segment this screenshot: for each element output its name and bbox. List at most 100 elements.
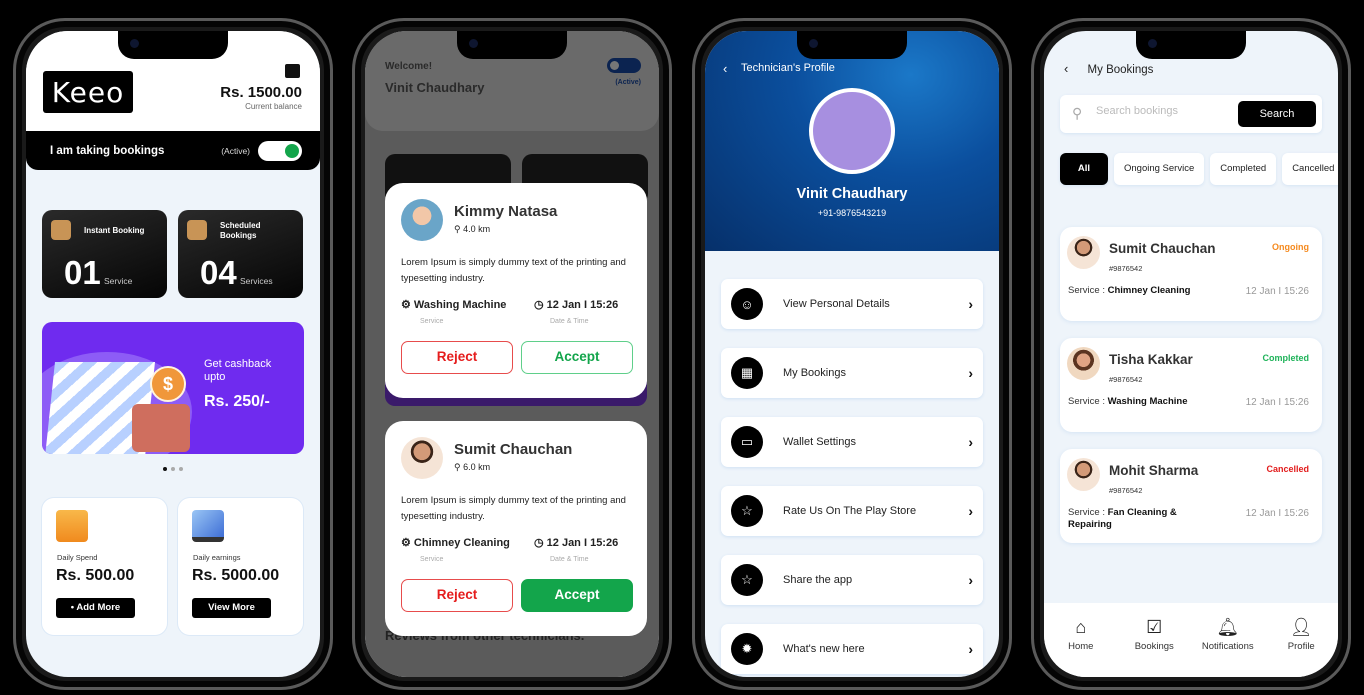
- notch: [457, 31, 567, 59]
- scheduled-bookings-card[interactable]: Scheduled Bookings 04 Services: [178, 210, 303, 298]
- stat-count: 04: [200, 254, 237, 291]
- clock-icon: ◷: [534, 537, 547, 549]
- card-label: Daily earnings: [193, 553, 241, 562]
- menu-label: Rate Us On The Play Store: [783, 505, 917, 517]
- status-badge: Ongoing: [1272, 242, 1309, 252]
- home-icon: ⌂: [1075, 617, 1087, 637]
- request-description: Lorem Ipsum is simply dummy text of the …: [401, 257, 626, 284]
- profile-menu-item[interactable]: ▭ Wallet Settings ›: [721, 417, 983, 467]
- add-more-button[interactable]: • Add More: [56, 598, 135, 618]
- appliance-icon: ⚙: [401, 537, 414, 549]
- profile-menu-item[interactable]: ☆ Share the app ›: [721, 555, 983, 605]
- requester-name: Sumit Chauchan: [454, 441, 573, 458]
- filter-cancelled[interactable]: Cancelled: [1282, 153, 1338, 185]
- search-bar: ⚲ Search: [1060, 95, 1322, 133]
- requests-screen: Welcome! Vinit Chaudhary (Active) Review…: [365, 31, 659, 677]
- stat-title: Scheduled Bookings: [220, 221, 261, 240]
- accept-button[interactable]: Accept: [521, 341, 633, 374]
- carousel-dots[interactable]: [163, 467, 183, 471]
- cashback-promo-banner[interactable]: $ Get cashback upto Rs. 250/-: [42, 322, 304, 454]
- booking-card[interactable]: Tisha Kakkar #9876542 Completed Service …: [1060, 338, 1322, 432]
- star-icon: ☆: [731, 564, 763, 596]
- wallet-icon: ▭: [731, 426, 763, 458]
- current-balance-label: Current balance: [245, 102, 302, 111]
- tab-label: Home: [1068, 641, 1094, 652]
- location-pin-icon: ⚲: [454, 224, 464, 234]
- page-header: ‹ My Bookings: [1064, 61, 1153, 76]
- phone-profile-screen: ‹ Technician's Profile Vinit Chaudhary +…: [692, 18, 1012, 690]
- tab-label: Profile: [1287, 641, 1315, 652]
- distance: ⚲ 4.0 km: [454, 224, 490, 235]
- user-icon: ☺: [731, 288, 763, 320]
- service-prefix: Service :: [1068, 396, 1108, 407]
- availability-toggle[interactable]: [607, 58, 641, 73]
- booking-toggle[interactable]: [258, 140, 302, 161]
- filter-all[interactable]: All: [1060, 153, 1108, 185]
- filter-ongoing[interactable]: Ongoing Service: [1114, 153, 1205, 185]
- avatar: [1067, 236, 1100, 269]
- notch: [1136, 31, 1246, 59]
- filter-completed[interactable]: Completed: [1210, 153, 1277, 185]
- booking-request-card: Sumit Chauchan ⚲ 6.0 km Lorem Ipsum is s…: [385, 421, 647, 636]
- carousel-dot[interactable]: [179, 467, 183, 471]
- search-input[interactable]: [1096, 105, 1216, 117]
- instant-booking-card[interactable]: Instant Booking 01 Service: [42, 210, 167, 298]
- card-label: Daily Spend: [57, 553, 98, 562]
- profile-screen: ‹ Technician's Profile Vinit Chaudhary +…: [705, 31, 999, 677]
- reject-button[interactable]: Reject: [401, 341, 513, 374]
- booking-datetime: 12 Jan I 15:26: [1245, 397, 1309, 408]
- bottom-tab-bar: ⌂ Home ☑ Bookings 🔔︎ Notifications 👤︎ Profi…: [1044, 603, 1338, 677]
- stat-count: 01: [64, 254, 101, 291]
- phone-requests-screen: Welcome! Vinit Chaudhary (Active) Review…: [352, 18, 672, 690]
- tab-bookings[interactable]: ☑ Bookings: [1119, 617, 1189, 677]
- stat-title: Instant Booking: [84, 226, 145, 235]
- toggle-knob: [285, 143, 299, 158]
- chevron-right-icon: ›: [968, 641, 973, 657]
- stat-unit: Services: [240, 276, 273, 286]
- back-icon[interactable]: ‹: [1064, 61, 1068, 76]
- booking-card[interactable]: Sumit Chauchan #9876542 Ongoing Service …: [1060, 227, 1322, 321]
- customer-name: Mohit Sharma: [1109, 463, 1199, 478]
- profile-menu-item[interactable]: ✹ What's new here ›: [721, 624, 983, 674]
- package-calendar-icon: [187, 220, 207, 240]
- wallet-icon[interactable]: [285, 64, 300, 78]
- distance: ⚲ 6.0 km: [454, 462, 490, 473]
- chevron-right-icon: ›: [968, 434, 973, 450]
- stat-unit: Service: [104, 276, 133, 286]
- home-screen: Keeo Rs. 1500.00 Current balance I am ta…: [26, 31, 320, 677]
- menu-label: My Bookings: [783, 367, 846, 379]
- avatar: [1067, 458, 1100, 491]
- datetime-value: 12 Jan I 15:26: [546, 299, 619, 311]
- reject-button[interactable]: Reject: [401, 579, 513, 612]
- carousel-dot[interactable]: [171, 467, 175, 471]
- menu-label: What's new here: [783, 643, 865, 655]
- datetime-label: Date & Time: [550, 318, 589, 325]
- keeo-logo: Keeo: [43, 71, 133, 113]
- service-value: Washing Machine: [413, 299, 507, 311]
- card-value: Rs. 500.00: [56, 567, 135, 584]
- status-badge: Completed: [1262, 353, 1309, 363]
- carousel-dot[interactable]: [163, 467, 167, 471]
- tab-home[interactable]: ⌂ Home: [1046, 617, 1116, 677]
- search-button[interactable]: Search: [1238, 101, 1316, 127]
- service-line: Service : Chimney Cleaning: [1068, 285, 1218, 297]
- user-name: Vinit Chaudhary: [385, 80, 485, 95]
- notch: [118, 31, 228, 59]
- status-badge: Cancelled: [1266, 464, 1309, 474]
- profile-menu-item[interactable]: ▦ My Bookings ›: [721, 348, 983, 398]
- tab-profile[interactable]: 👤︎ Profile: [1266, 617, 1336, 677]
- booking-card[interactable]: Mohit Sharma #9876542 Cancelled Service …: [1060, 449, 1322, 543]
- accept-button[interactable]: Accept: [521, 579, 633, 612]
- profile-menu-item[interactable]: ☺ View Personal Details ›: [721, 279, 983, 329]
- datetime-value: 12 Jan I 15:26: [546, 537, 619, 549]
- view-more-button[interactable]: View More: [192, 598, 271, 618]
- bell-icon: 🔔︎: [1216, 617, 1240, 637]
- analytics-monitor-icon: [192, 510, 224, 542]
- profile-menu-item[interactable]: ☆ Rate Us On The Play Store ›: [721, 486, 983, 536]
- tab-notifications[interactable]: 🔔︎ Notifications: [1193, 617, 1263, 677]
- booking-datetime: 12 Jan I 15:26: [1245, 286, 1309, 297]
- menu-label: Share the app: [783, 574, 853, 586]
- back-icon[interactable]: ‹: [723, 61, 727, 76]
- profile-avatar[interactable]: [809, 88, 895, 174]
- bookings-screen: ‹ My Bookings ⚲ Search All Ongoing Servi…: [1044, 31, 1338, 677]
